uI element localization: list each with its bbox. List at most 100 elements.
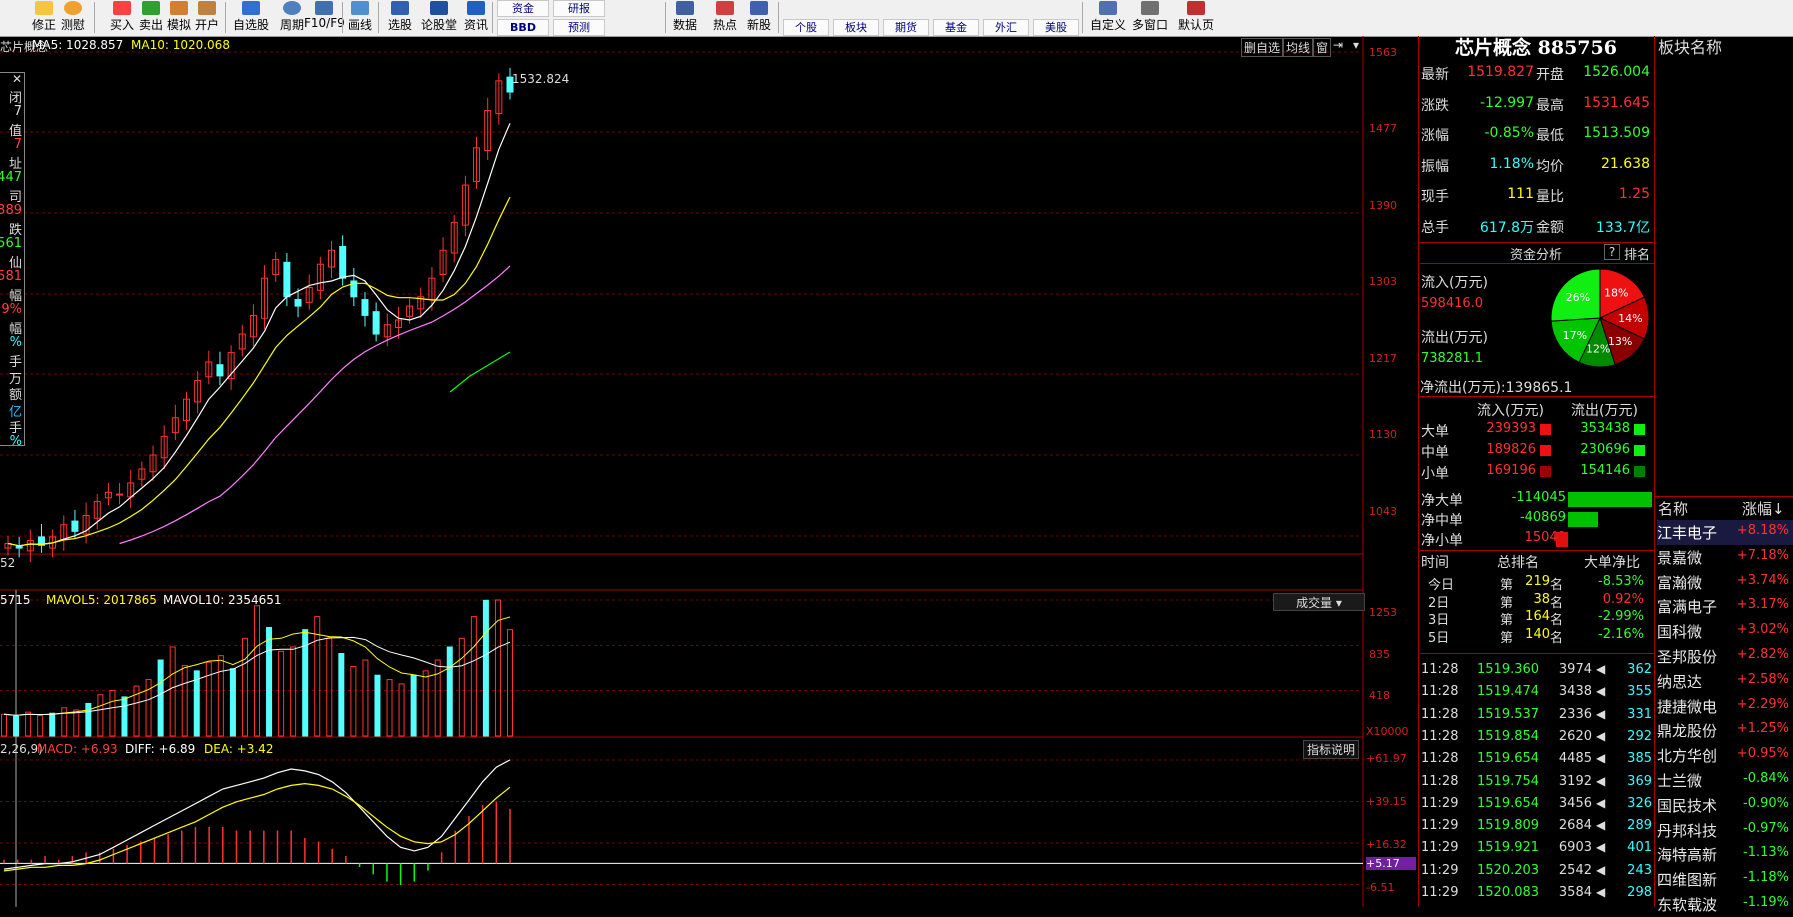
- open-account-button[interactable]: 开户: [194, 0, 220, 35]
- sector-button[interactable]: 板块: [833, 19, 879, 36]
- custom-button[interactable]: 自定义: [1088, 0, 1128, 35]
- sector-list-item[interactable]: 圣邦股份 +2.82%: [1657, 644, 1793, 669]
- sector-list-item[interactable]: 鼎龙股份 +1.25%: [1657, 718, 1793, 743]
- fund-button[interactable]: 基金: [933, 19, 979, 36]
- sector-list-item[interactable]: 江丰电子 +8.18%: [1657, 520, 1793, 545]
- research-button[interactable]: 研报: [553, 0, 605, 17]
- funds-analysis-tab[interactable]: 资金分析: [1510, 244, 1562, 263]
- volume-bar: [458, 637, 465, 737]
- sector-stock-name: 士兰微: [1657, 772, 1703, 790]
- forecast-button[interactable]: 预测: [553, 19, 605, 36]
- side-info-label: %: [9, 334, 22, 350]
- watchlist-button[interactable]: 自选股: [228, 0, 274, 35]
- sector-list-item[interactable]: 富满电子 +3.17%: [1657, 594, 1793, 619]
- stock-picker-button[interactable]: 选股: [385, 0, 415, 35]
- rank-period: 今日: [1428, 578, 1455, 593]
- window-toggle-button[interactable]: 窗: [1313, 38, 1332, 57]
- sector-list-item[interactable]: 海特高新 -1.13%: [1657, 842, 1793, 867]
- net-type-label: 净中单: [1421, 513, 1463, 529]
- sector-list-item[interactable]: 国民技术 -0.90%: [1657, 793, 1793, 818]
- sector-list-item[interactable]: 富瀚微 +3.74%: [1657, 570, 1793, 595]
- divider: [1420, 550, 1654, 551]
- sector-list-item[interactable]: 景嘉微 +7.18%: [1657, 545, 1793, 570]
- side-info-label: 7: [13, 136, 22, 152]
- quote-label: 涨幅: [1421, 128, 1449, 144]
- net-outflow: 净流出(万元):139865.1: [1420, 377, 1572, 397]
- chart-canvas[interactable]: [0, 36, 1418, 907]
- pe-icon: [676, 1, 694, 15]
- sector-list-item[interactable]: 四维图新 -1.18%: [1657, 867, 1793, 892]
- rank-prefix: 第: [1500, 595, 1514, 611]
- funds-button[interactable]: 资金: [497, 0, 549, 17]
- pen-icon: [351, 1, 369, 15]
- f10-button[interactable]: F10/F9: [304, 0, 345, 35]
- tick-price: 1520.083: [1477, 885, 1540, 900]
- review-button[interactable]: 测慰: [58, 0, 88, 35]
- sector-stock-name: 国科微: [1657, 623, 1703, 642]
- tick-count: 362: [1627, 662, 1652, 677]
- candle-body: [116, 493, 124, 496]
- sector-list-item[interactable]: 国科微 +3.02%: [1657, 619, 1793, 644]
- rank-number: 164: [1525, 609, 1550, 624]
- sector-list-item[interactable]: 捷捷微电 +2.29%: [1657, 694, 1793, 719]
- hotspot-button[interactable]: 热点: [710, 0, 740, 35]
- ma-button[interactable]: 均线: [1283, 38, 1314, 57]
- rank-tab[interactable]: 排名: [1624, 244, 1650, 263]
- sector-list-item[interactable]: 丹邦科技 -0.97%: [1657, 818, 1793, 843]
- us-stock-button[interactable]: 美股: [1033, 19, 1079, 36]
- forex-button[interactable]: 外汇: [983, 19, 1029, 36]
- tick-time: 11:28: [1421, 773, 1459, 789]
- side-info-label: 389: [0, 202, 22, 218]
- net-bar: [1556, 532, 1568, 547]
- pin-icon[interactable]: ⇥: [1333, 38, 1343, 52]
- chevron-down-icon[interactable]: ▾: [1353, 38, 1359, 52]
- data-button[interactable]: 数据: [670, 0, 700, 35]
- tick-count: 289: [1627, 818, 1652, 834]
- buy-button[interactable]: 买入: [110, 0, 134, 35]
- sector-stock-name: 四维图新: [1657, 871, 1718, 890]
- sector-list-item[interactable]: 东软载波 -1.19%: [1657, 892, 1793, 917]
- quote-label: 金额: [1536, 219, 1564, 236]
- tick-count: 369: [1627, 773, 1652, 789]
- quote-value: -0.85%: [1484, 125, 1534, 141]
- sell-button[interactable]: 卖出: [138, 0, 164, 35]
- indicator-help-button[interactable]: 指标说明: [1303, 740, 1360, 759]
- volume-bar: [37, 714, 44, 737]
- sector-list-item[interactable]: 士兰微 -0.84%: [1657, 768, 1793, 793]
- news-button[interactable]: 资讯: [461, 0, 491, 35]
- tick-time: 11:29: [1421, 795, 1459, 811]
- volume-bar: [61, 707, 68, 737]
- stock-button[interactable]: 个股: [783, 19, 829, 36]
- close-icon[interactable]: ✕: [12, 73, 24, 85]
- sector-stock-change: -0.90%: [1743, 795, 1789, 811]
- futures-button[interactable]: 期货: [883, 19, 929, 36]
- multi-window-button[interactable]: 多窗口: [1130, 0, 1170, 35]
- sector-list-item[interactable]: 北方华创 +0.95%: [1657, 743, 1793, 768]
- clock-icon: [64, 1, 82, 15]
- col-change-header[interactable]: 涨幅↓: [1742, 498, 1785, 519]
- rank-suffix: 名: [1550, 613, 1564, 628]
- mavol5-line: [3, 616, 511, 716]
- default-page-button[interactable]: 默认页: [1176, 0, 1216, 35]
- col-name-header[interactable]: 名称: [1658, 498, 1688, 519]
- arrow-left-icon: ◀: [1596, 840, 1606, 855]
- simulate-button[interactable]: 模拟: [166, 0, 192, 35]
- indicator-select[interactable]: 成交量 ▾: [1273, 593, 1365, 611]
- sector-list-item[interactable]: 纳思达 +2.58%: [1657, 669, 1793, 694]
- new-stock-button[interactable]: 新股: [744, 0, 774, 35]
- macd-axis-label: +61.97: [1366, 752, 1407, 765]
- draw-line-button[interactable]: 画线: [345, 0, 375, 35]
- bbd-button[interactable]: BBD: [497, 19, 549, 36]
- tick-volume: 2336: [1558, 706, 1592, 722]
- tick-time: 11:28: [1421, 706, 1459, 722]
- order-outflow-swatch: [1634, 445, 1645, 456]
- volume-bar: [374, 674, 381, 737]
- remove-watchlist-button[interactable]: 删自选: [1241, 38, 1284, 57]
- quote-value: 133.7亿: [1595, 219, 1650, 236]
- ma60-line: [449, 351, 511, 393]
- forum-button[interactable]: 论股堂: [420, 0, 458, 35]
- separator: [94, 2, 95, 33]
- sector-stock-name: 纳思达: [1657, 672, 1703, 691]
- correct-button[interactable]: 修正: [32, 0, 56, 35]
- help-icon[interactable]: ?: [1604, 244, 1620, 260]
